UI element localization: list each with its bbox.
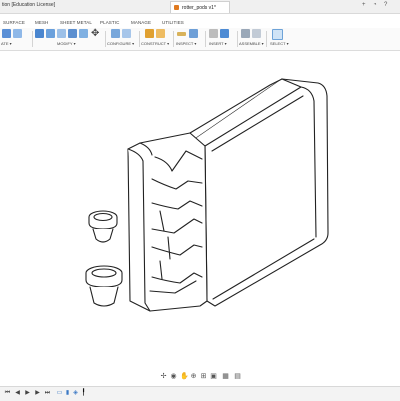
create-group: ATE ▾ [0, 28, 30, 50]
toolbar-divider [105, 31, 106, 47]
zoom-window-icon[interactable]: ⊞ [200, 373, 207, 380]
press-pull-icon[interactable] [35, 29, 44, 38]
grid-icon[interactable]: ▦ [222, 373, 229, 380]
insert-derive-icon[interactable] [209, 29, 218, 38]
inspect-group: INSPECT ▾ [175, 28, 205, 50]
joint-icon[interactable] [252, 29, 261, 38]
construct-group: CONSTRUCT ▾ [141, 28, 173, 50]
body-feature-icon[interactable]: ◈ [72, 390, 79, 397]
last-step-icon[interactable]: ⏭ [44, 390, 51, 397]
assemble-group: ASSEMBLE ▾ [239, 28, 269, 50]
small-cap-top [88, 210, 118, 243]
construct-group-label[interactable]: CONSTRUCT ▾ [141, 41, 169, 46]
main-block-body [189, 78, 329, 307]
timeline-marker-icon[interactable]: ╿ [80, 390, 87, 397]
orbit-icon[interactable]: ✢ [160, 373, 167, 380]
help-icon[interactable]: ? [384, 2, 387, 8]
sketch-feature-icon[interactable]: ▭ [56, 390, 63, 397]
measure-icon[interactable] [177, 32, 186, 36]
insert-group: INSERT ▾ [207, 28, 237, 50]
configure-group-label[interactable]: CONFIGURE ▾ [107, 41, 134, 46]
toolbar-divider [205, 31, 206, 47]
configure-table-icon[interactable] [111, 29, 120, 38]
interference-icon[interactable] [189, 29, 198, 38]
play-icon[interactable]: ▶ [24, 390, 31, 397]
workspace-tabs: SURFACE MESH SHEET METAL PLASTIC MANAGE … [0, 20, 400, 28]
midplane-icon[interactable] [156, 29, 165, 38]
toolbar-divider [237, 31, 238, 47]
tab-surface[interactable]: SURFACE [3, 20, 25, 25]
shell-icon[interactable] [68, 29, 77, 38]
timeline-bar: ⏮ ◀ ▶ ▶ ⏭ ▭ ▮ ◈ ╿ [0, 386, 400, 401]
create-group-label[interactable]: ATE ▾ [1, 41, 12, 46]
toolbar-divider [173, 31, 174, 47]
tab-plastic[interactable]: PLASTIC [100, 20, 119, 25]
modify-group: ✥ MODIFY ▾ [35, 28, 103, 50]
move-icon[interactable]: ✥ [91, 29, 100, 39]
design-file-icon [174, 5, 179, 10]
3d-viewport[interactable] [0, 51, 400, 371]
tab-manage[interactable]: MANAGE [131, 20, 151, 25]
app-title: tion [Education License] [2, 2, 56, 8]
toolbar-divider [266, 31, 267, 47]
tab-utilities[interactable]: UTILITIES [162, 20, 184, 25]
configure-group: CONFIGURE ▾ [107, 28, 137, 50]
look-at-icon[interactable]: ◉ [170, 373, 177, 380]
insert-image-icon[interactable] [220, 29, 229, 38]
toolbar-divider [139, 31, 140, 47]
small-cap-bottom [85, 265, 123, 307]
previous-step-icon[interactable]: ◀ [14, 390, 21, 397]
extrude-icon[interactable] [13, 29, 22, 38]
first-step-icon[interactable]: ⏮ [4, 390, 11, 397]
fillet-icon[interactable] [46, 29, 55, 38]
insert-group-label[interactable]: INSERT ▾ [209, 41, 227, 46]
tab-mesh[interactable]: MESH [35, 20, 48, 25]
toolbar: ATE ▾ ✥ MODIFY ▾ CONFIGURE ▾ CONSTRUCT ▾ [0, 28, 400, 51]
create-sketch-icon[interactable] [2, 29, 11, 38]
combine-icon[interactable] [79, 29, 88, 38]
notification-icon[interactable]: ◔ [373, 2, 377, 8]
tab-sheet-metal[interactable]: SHEET METAL [60, 20, 92, 25]
chamfer-icon[interactable] [57, 29, 66, 38]
viewports-icon[interactable]: ▤ [234, 373, 241, 380]
add-tab-icon[interactable]: + [362, 2, 366, 8]
new-component-icon[interactable] [241, 29, 250, 38]
title-bar: tion [Education License] rotter_pods v1*… [0, 0, 400, 14]
select-group-label[interactable]: SELECT ▾ [270, 41, 289, 46]
toolbar-divider [32, 31, 33, 47]
document-tab[interactable]: rotter_pods v1* [170, 1, 230, 13]
grooved-plate [127, 132, 208, 312]
zoom-icon[interactable]: ⊕ [190, 373, 197, 380]
offset-plane-icon[interactable] [145, 29, 154, 38]
model-canvas[interactable] [0, 51, 400, 371]
inspect-group-label[interactable]: INSPECT ▾ [176, 41, 196, 46]
pan-icon[interactable]: ✋ [180, 373, 189, 380]
select-group: SELECT ▾ [268, 28, 294, 50]
extrude-feature-icon[interactable]: ▮ [64, 390, 71, 397]
modify-group-label[interactable]: MODIFY ▾ [57, 41, 76, 46]
configure-rule-icon[interactable] [122, 29, 131, 38]
display-settings-icon[interactable]: ▣ [210, 373, 217, 380]
select-icon[interactable] [272, 29, 283, 40]
assemble-group-label[interactable]: ASSEMBLE ▾ [239, 41, 264, 46]
next-step-icon[interactable]: ▶ [34, 390, 41, 397]
document-tab-label: rotter_pods v1* [182, 5, 216, 11]
